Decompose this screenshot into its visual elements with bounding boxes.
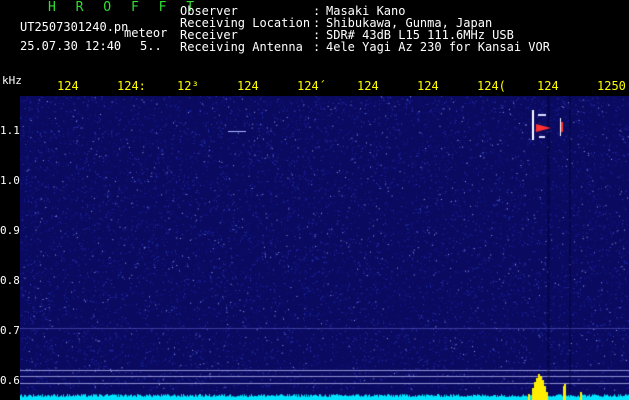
station-info-values: Masaki Kano Shibukawa, Gunma, Japan SDR#…: [326, 5, 550, 53]
x-tick-label: 12³: [177, 79, 199, 93]
x-tick-label: 124: [57, 79, 79, 93]
y-tick-label: 0.8: [0, 274, 20, 287]
brand-title: H R O F F T: [48, 0, 201, 15]
x-tick-label: 1250: [597, 79, 626, 93]
spectrogram-canvas: [20, 96, 629, 400]
station-info-colons: : : : :: [313, 5, 320, 53]
antenna-label: Receiving Antenna: [180, 40, 303, 54]
x-tick-label: 124´: [297, 79, 326, 93]
date-time: 25.07.30 12:40: [20, 39, 122, 53]
file-name: UT2507301240.pn: [20, 20, 129, 34]
y-tick-label: 0.7: [0, 324, 20, 337]
y-tick-label: 1.1: [0, 124, 20, 137]
meteor-label: meteor: [124, 26, 168, 40]
x-tick-label: 124(: [477, 79, 506, 93]
x-tick-label: 124:: [117, 79, 146, 93]
x-tick-label: 124: [537, 79, 559, 93]
y-tick-label: 0.9: [0, 224, 20, 237]
y-tick-label: 0.6: [0, 374, 20, 387]
y-tick-label: 1.0: [0, 174, 20, 187]
echo-count: 5..: [140, 39, 162, 53]
x-tick-label: 124: [357, 79, 379, 93]
y-axis-unit-label: kHz: [2, 74, 22, 87]
hroft-spectrogram-window: H R O F F T UT2507301240.pn meteor 25.07…: [0, 0, 629, 400]
x-tick-label: 124: [237, 79, 259, 93]
station-info-labels: Observer Receiving Location Receiver Rec…: [180, 5, 310, 53]
separator: :: [313, 40, 321, 54]
antenna-value: 4ele Yagi Az 230 for Kansai VOR: [326, 40, 550, 54]
x-tick-label: 124: [417, 79, 439, 93]
